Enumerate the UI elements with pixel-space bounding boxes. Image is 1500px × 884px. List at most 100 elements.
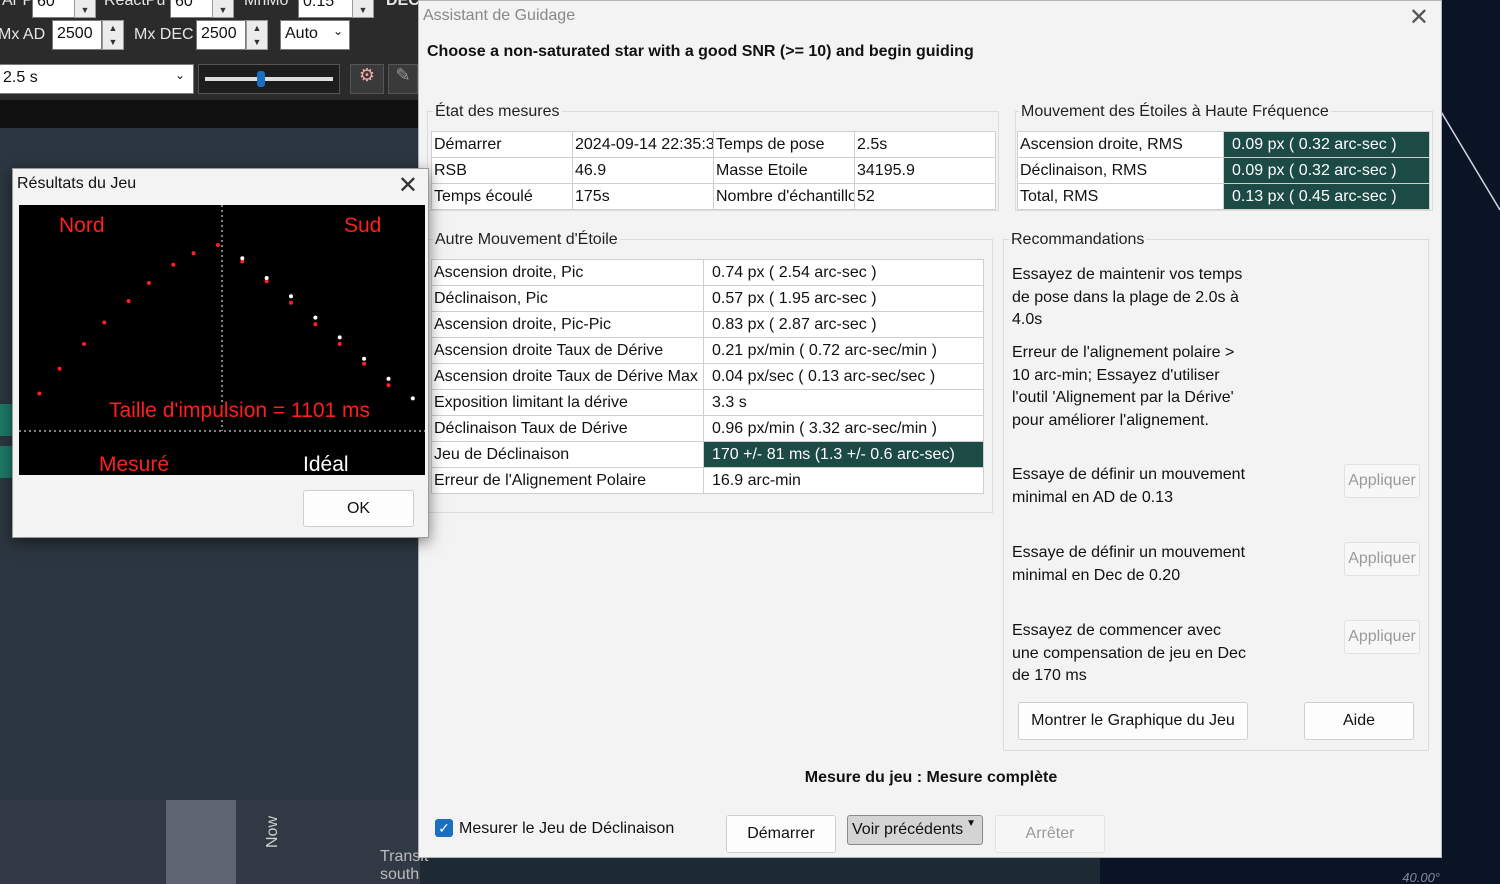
recommendation-text: Essayez de maintenir vos temps de pose d… bbox=[1012, 266, 1243, 328]
star-lines bbox=[1439, 109, 1500, 211]
row-label: Ascension droite Taux de Dérive Max bbox=[431, 363, 704, 390]
row-label: Déclinaison, RMS bbox=[1017, 157, 1224, 184]
starfield bbox=[1439, 0, 1500, 884]
min-move-input[interactable]: 0.15 bbox=[298, 0, 354, 18]
react-pulse-spinner[interactable]: ▲▼ bbox=[212, 0, 234, 18]
exposure-value: 2.5 s bbox=[3, 69, 38, 86]
group-title: Recommandations bbox=[1009, 231, 1147, 249]
row-value: 0.57 px ( 1.95 arc-sec ) bbox=[703, 285, 984, 312]
measured-series bbox=[37, 243, 391, 396]
row-label: Ascension droite, RMS bbox=[1017, 131, 1224, 158]
measurement-status-table: Démarrer 2024-09-14 22:35:31 Temps de pose… bbox=[431, 131, 996, 210]
max-ra-input[interactable]: 2500 bbox=[52, 20, 102, 50]
row-value: Temps de pose bbox=[713, 131, 855, 158]
angle-label: 40.00° bbox=[1402, 870, 1440, 884]
wrench-icon[interactable]: ✎ bbox=[388, 64, 418, 94]
backlash-results-dialog: Résultats du Jeu ✕ Nord Sud Taille d'imp… bbox=[12, 168, 429, 538]
ideal-point bbox=[337, 335, 342, 340]
ok-button[interactable]: OK bbox=[303, 490, 414, 527]
row-label: Déclinaison, Pic bbox=[431, 285, 704, 312]
measured-legend: Mesuré bbox=[99, 453, 169, 475]
ideal-point bbox=[362, 356, 367, 361]
table-row: Total, RMS 0.13 px ( 0.45 arc-sec ) bbox=[1017, 183, 1430, 210]
table-row: Déclinaison, RMS 0.09 px ( 0.32 arc-sec ) bbox=[1017, 157, 1430, 184]
dec-label: DEC bbox=[386, 0, 420, 9]
measured-point bbox=[37, 391, 42, 396]
backlash-plot: Nord Sud Taille d'impulsion = 1101 ms Me… bbox=[19, 205, 425, 476]
row-label: Ascension droite, Pic-Pic bbox=[431, 311, 704, 338]
row-value: 2.5s bbox=[854, 131, 996, 158]
max-ra-label: Mx AD bbox=[0, 26, 46, 43]
apply-button[interactable]: Appliquer bbox=[1344, 620, 1420, 654]
min-move-spinner[interactable]: ▲▼ bbox=[352, 0, 374, 18]
show-backlash-graph-button[interactable]: Montrer le Graphique du Jeu bbox=[1018, 702, 1248, 740]
measured-point bbox=[57, 366, 62, 371]
row-label: Déclinaison Taux de Dérive bbox=[431, 415, 704, 442]
ar-pulse-spinner[interactable]: ▲▼ bbox=[74, 0, 96, 18]
table-row: Jeu de Déclinaison 170 +/- 81 ms (1.3 +/-… bbox=[431, 441, 984, 468]
high-frequency-table: Ascension droite, RMS 0.09 px ( 0.32 arc-… bbox=[1017, 131, 1430, 210]
measured-point bbox=[82, 342, 86, 346]
measured-point bbox=[313, 322, 318, 327]
measured-point bbox=[171, 262, 176, 267]
measured-point bbox=[362, 361, 367, 366]
table-row: RSB 46.9 Masse Etoile 34195.9 bbox=[431, 157, 996, 184]
south-label: Sud bbox=[344, 214, 381, 237]
recommendation-text: Erreur de l'alignement polaire > 10 arc-… bbox=[1012, 344, 1235, 429]
row-label: Démarrer bbox=[431, 131, 573, 158]
ideal-series bbox=[240, 256, 415, 401]
measured-point bbox=[289, 300, 293, 305]
row-value: 0.09 px ( 0.32 arc-sec ) bbox=[1223, 157, 1430, 184]
chevron-down-icon: ⌄ bbox=[174, 68, 185, 82]
dec-mode-select[interactable]: Auto ⌄ bbox=[280, 20, 350, 50]
min-move-label: MnMo bbox=[244, 0, 289, 9]
close-icon[interactable]: ✕ bbox=[398, 171, 418, 200]
night-band bbox=[166, 800, 236, 884]
row-value: 2024-09-14 22:35:31 bbox=[572, 131, 714, 158]
stop-button[interactable]: Arrêter bbox=[995, 815, 1105, 853]
table-row: Ascension droite Taux de Dérive 0.21 px/m… bbox=[431, 337, 984, 364]
pulse-size-label: Taille d'impulsion = 1101 ms bbox=[109, 399, 370, 422]
view-previous-button[interactable]: Voir précédents ▼ bbox=[847, 815, 983, 845]
row-value: 0.21 px/min ( 0.72 arc-sec/min ) bbox=[703, 337, 984, 364]
group-title: État des mesures bbox=[433, 103, 562, 121]
recommendation-text: Essayez de commencer avec une compensati… bbox=[1012, 622, 1246, 684]
instruction-text: Choose a non-saturated star with a good … bbox=[427, 43, 974, 60]
main-toolbar: Ar Pu 60 ▲▼ ReactPu 60 ▲▼ MnMo 0.15 ▲▼ D… bbox=[0, 0, 420, 100]
max-dec-spinner[interactable]: ▲ ▼ bbox=[246, 20, 268, 50]
view-previous-label: Voir précédents bbox=[852, 821, 964, 838]
help-button[interactable]: Aide bbox=[1304, 702, 1414, 740]
exposure-select[interactable]: 2.5 s ⌄ bbox=[0, 64, 194, 94]
start-button[interactable]: Démarrer bbox=[726, 815, 836, 853]
ideal-point bbox=[264, 276, 269, 280]
other-motion-table: Ascension droite, Pic 0.74 px ( 2.54 arc-… bbox=[431, 259, 984, 494]
backlash-plot-svg: Nord Sud Taille d'impulsion = 1101 ms Me… bbox=[19, 205, 425, 476]
measured-point bbox=[337, 342, 342, 346]
slider-thumb[interactable] bbox=[257, 71, 265, 87]
react-pulse-input[interactable]: 60 bbox=[170, 0, 218, 18]
slider-track bbox=[205, 77, 333, 81]
gamma-slider[interactable] bbox=[198, 64, 340, 94]
measured-point bbox=[191, 251, 196, 256]
dialog-title: Assistant de Guidage bbox=[423, 7, 576, 24]
close-icon[interactable]: ✕ bbox=[1409, 3, 1429, 32]
measured-point bbox=[146, 281, 151, 285]
brain-icon[interactable]: ⚙ bbox=[350, 64, 384, 94]
row-value: 170 +/- 81 ms (1.3 +/- 0.6 arc-sec) bbox=[703, 441, 984, 468]
measured-point bbox=[386, 383, 391, 388]
row-value: Nombre d'échantillons bbox=[713, 183, 855, 210]
row-label: Erreur de l'Alignement Polaire bbox=[431, 467, 704, 494]
table-row: Temps écoulé175sNombre d'échantillons52 bbox=[431, 183, 996, 210]
row-value: 52 bbox=[854, 183, 996, 210]
ideal-point bbox=[240, 256, 245, 261]
ideal-point bbox=[289, 294, 293, 299]
table-row: Ascension droite, Pic-Pic 0.83 px ( 2.87 … bbox=[431, 311, 984, 338]
max-ra-spinner[interactable]: ▲ ▼ bbox=[102, 20, 124, 50]
group-title: Autre Mouvement d'Étoile bbox=[433, 231, 620, 249]
apply-button[interactable]: Appliquer bbox=[1344, 464, 1420, 498]
max-dec-input[interactable]: 2500 bbox=[196, 20, 246, 50]
row-value: 0.04 px/sec ( 0.13 arc-sec/sec ) bbox=[703, 363, 984, 390]
apply-button[interactable]: Appliquer bbox=[1344, 542, 1420, 576]
measure-backlash-checkbox[interactable]: ✓ bbox=[435, 819, 453, 837]
row-label: Jeu de Déclinaison bbox=[431, 441, 704, 468]
